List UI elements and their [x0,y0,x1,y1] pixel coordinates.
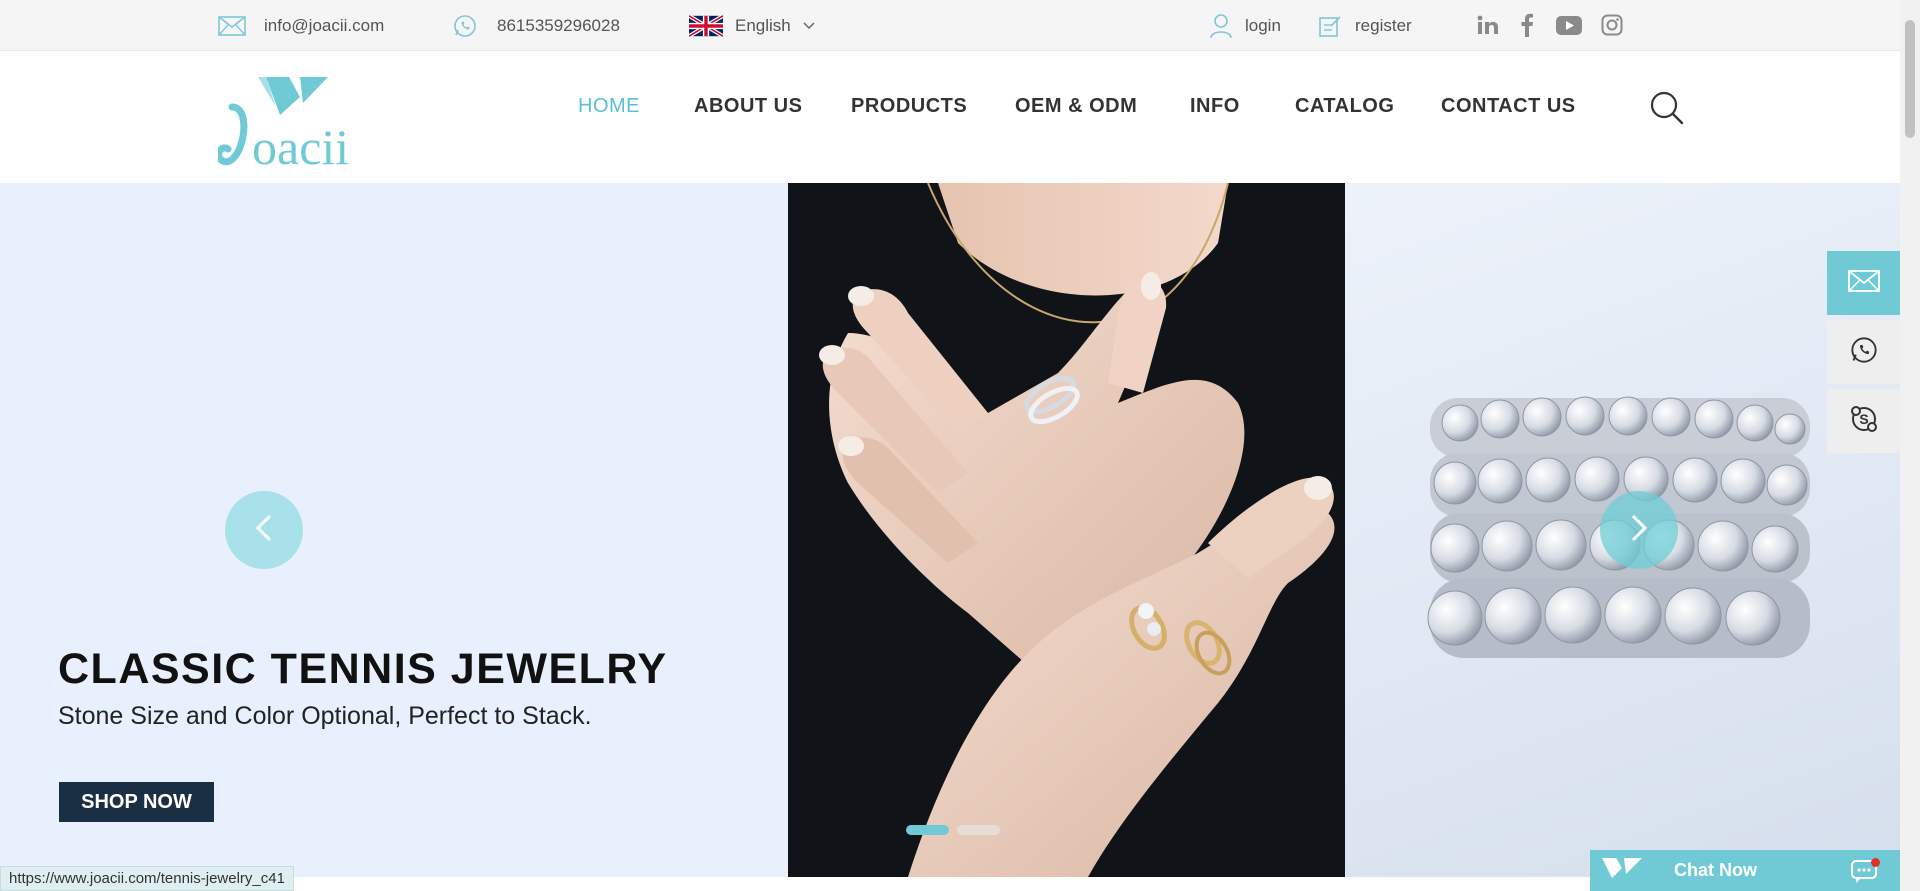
chevron-down-icon [803,21,815,30]
notification-dot [1871,858,1880,867]
skype-icon: S [1850,405,1878,438]
search-icon[interactable] [1650,91,1684,125]
youtube-icon[interactable] [1554,12,1584,38]
phone-text: 8615359296028 [497,15,620,35]
scrollbar-thumb[interactable] [1905,20,1915,138]
login-label: login [1245,15,1281,35]
chat-now-widget[interactable]: Chat Now [1590,850,1900,891]
carousel-dot-1[interactable] [906,825,949,835]
edit-form-icon [1319,15,1341,37]
nav-products[interactable]: PRODUCTS [851,95,967,118]
chevron-left-icon [255,513,273,548]
login-link[interactable]: login [1209,0,1281,51]
nav-catalog[interactable]: CATALOG [1295,95,1394,118]
register-label: register [1355,15,1412,35]
register-link[interactable]: register [1319,0,1412,51]
user-icon [1209,13,1233,39]
email-text: info@joacii.com [264,15,385,35]
whatsapp-icon [1850,336,1878,369]
carousel-next-button[interactable] [1600,491,1678,569]
whatsapp-icon [453,14,477,38]
joacii-logo[interactable]: oacii [215,75,393,175]
hero-subtitle: Stone Size and Color Optional, Perfect t… [58,702,592,730]
hero-banner: CLASSIC TENNIS JEWELRY Stone Size and Co… [0,183,1900,877]
shop-now-button[interactable]: SHOP NOW [59,782,214,822]
logo-wordmark: oacii [252,119,349,170]
svg-text:S: S [1859,411,1868,427]
mail-icon [218,15,246,36]
page: info@joacii.com 8615359296028 English lo… [0,0,1920,891]
linkedin-icon[interactable] [1475,12,1501,38]
chevron-right-icon [1630,513,1648,548]
hero-title: CLASSIC TENNIS JEWELRY [58,645,668,693]
nav-home[interactable]: HOME [578,95,640,118]
side-whatsapp-button[interactable] [1827,320,1900,384]
uk-flag-icon [689,14,723,37]
email-link[interactable]: info@joacii.com [218,0,384,51]
side-skype-button[interactable]: S [1827,389,1900,453]
language-selector[interactable]: English [689,0,815,51]
nav-info[interactable]: INFO [1190,95,1240,118]
chat-now-label: Chat Now [1674,860,1757,880]
carousel-prev-button[interactable] [225,491,303,569]
instagram-icon[interactable] [1599,12,1625,38]
nav-oem-odm[interactable]: OEM & ODM [1015,95,1137,118]
top-bar: info@joacii.com 8615359296028 English lo… [0,0,1900,51]
side-email-button[interactable] [1827,251,1900,315]
nav-about-us[interactable]: ABOUT US [694,95,802,118]
whatsapp-link[interactable]: 8615359296028 [453,0,620,51]
hero-hands-image [788,183,1345,877]
nav-contact-us[interactable]: CONTACT US [1441,95,1576,118]
carousel-dot-2[interactable] [957,825,1000,835]
language-label: English [735,15,791,35]
page-scrollbar[interactable] [1900,0,1920,891]
email-icon [1847,269,1880,297]
link-status-url: https://www.joacii.com/tennis-jewelry_c4… [0,866,294,891]
side-contact-bar: S [1827,251,1900,458]
joacii-chat-logo-icon [1600,856,1644,885]
facebook-icon[interactable] [1514,12,1540,38]
main-header: oacii HOME ABOUT US PRODUCTS OEM & ODM I… [0,51,1900,183]
